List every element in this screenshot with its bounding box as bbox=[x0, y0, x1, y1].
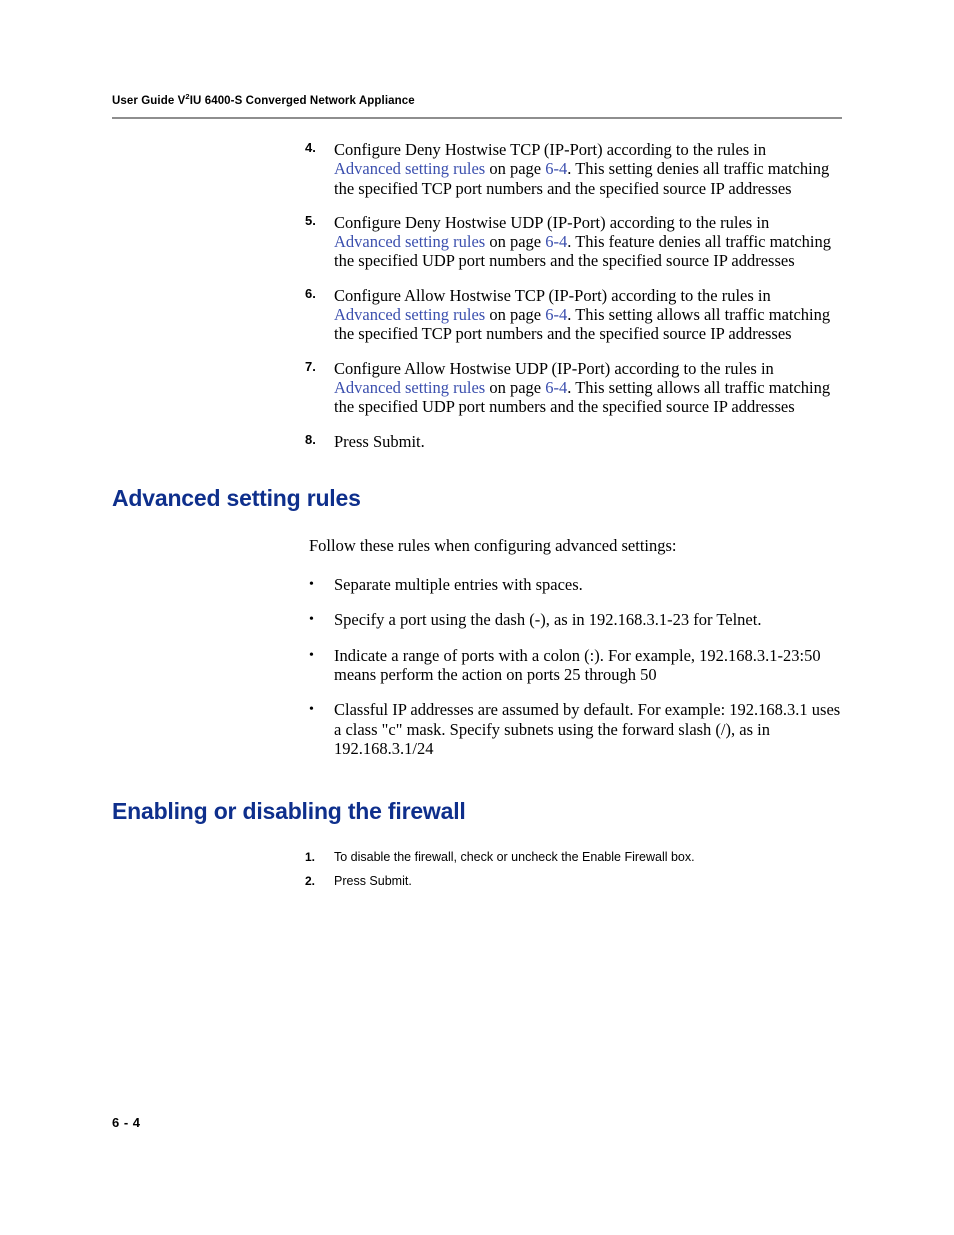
header-title-pre: User Guide V bbox=[112, 94, 186, 107]
section-heading-container: Enabling or disabling the firewall bbox=[112, 798, 954, 825]
page-number-footer: 6 - 4 bbox=[112, 1115, 141, 1130]
rule-text: Indicate a range of ports with a colon (… bbox=[334, 645, 821, 685]
cross-reference-link[interactable]: Advanced setting rules bbox=[334, 305, 485, 324]
step-number: 2. bbox=[305, 874, 316, 889]
step-text: Configure Allow Hostwise UDP (IP-Port) a… bbox=[334, 359, 834, 417]
list-item: 7. Configure Allow Hostwise UDP (IP-Port… bbox=[0, 359, 954, 417]
header-title-post: IU 6400-S Converged Network Appliance bbox=[189, 94, 415, 107]
page-reference-link[interactable]: 6-4 bbox=[545, 378, 567, 397]
procedure-steps-list: 4. Configure Deny Hostwise TCP (IP-Port)… bbox=[0, 140, 954, 451]
rules-bullet-list: • Separate multiple entries with spaces.… bbox=[0, 575, 954, 758]
bullet-icon: • bbox=[309, 647, 314, 663]
section-heading-enabling-or-disabling-the-firewall: Enabling or disabling the firewall bbox=[112, 798, 466, 825]
list-item: • Separate multiple entries with spaces. bbox=[0, 575, 954, 594]
section-intro-paragraph: Follow these rules when configuring adva… bbox=[309, 535, 677, 555]
list-item: 5. Configure Deny Hostwise UDP (IP-Port)… bbox=[0, 213, 954, 271]
step-number: 8. bbox=[305, 431, 316, 447]
list-item: 2. Press Submit. bbox=[0, 873, 954, 889]
list-item: 1. To disable the firewall, check or unc… bbox=[0, 849, 954, 865]
list-item: • Specify a port using the dash (-), as … bbox=[0, 610, 954, 629]
step-text: Configure Allow Hostwise TCP (IP-Port) a… bbox=[334, 286, 834, 344]
page-reference-link[interactable]: 6-4 bbox=[545, 305, 567, 324]
step-text-mid: on page bbox=[485, 232, 546, 252]
page-reference-link[interactable]: 6-4 bbox=[545, 159, 567, 178]
step-text-mid: on page bbox=[485, 377, 546, 397]
step-text: Press Submit. bbox=[334, 431, 425, 451]
section-heading-advanced-setting-rules: Advanced setting rules bbox=[112, 484, 361, 511]
cross-reference-link[interactable]: Advanced setting rules bbox=[334, 378, 485, 397]
step-number: 1. bbox=[305, 850, 316, 865]
step-text-pre: Configure Deny Hostwise TCP (IP-Port) ac… bbox=[334, 140, 767, 159]
step-text-pre: Configure Allow Hostwise UDP (IP-Port) a… bbox=[334, 358, 774, 378]
rule-text: Classful IP addresses are assumed by def… bbox=[334, 700, 841, 758]
bullet-icon: • bbox=[309, 702, 314, 718]
bullet-icon: • bbox=[309, 577, 314, 593]
step-number: 7. bbox=[305, 358, 316, 374]
page-header: User Guide V2IU 6400-S Converged Network… bbox=[112, 92, 415, 107]
step-number: 5. bbox=[305, 212, 316, 228]
step-text-pre: Configure Deny Hostwise UDP (IP-Port) ac… bbox=[334, 212, 770, 232]
header-divider bbox=[112, 117, 842, 119]
step-number: 6. bbox=[305, 285, 316, 301]
list-item: • Indicate a range of ports with a colon… bbox=[0, 646, 954, 685]
section-heading-container: Advanced setting rules bbox=[112, 485, 954, 512]
list-item: 4. Configure Deny Hostwise TCP (IP-Port)… bbox=[0, 140, 954, 198]
step-text-mid: on page bbox=[485, 159, 546, 179]
list-item: 6. Configure Allow Hostwise TCP (IP-Port… bbox=[0, 286, 954, 344]
step-text-mid: on page bbox=[485, 305, 546, 325]
step-text: Configure Deny Hostwise UDP (IP-Port) ac… bbox=[334, 213, 834, 271]
page-content: 4. Configure Deny Hostwise TCP (IP-Port)… bbox=[0, 140, 954, 897]
list-item: 8. Press Submit. bbox=[0, 432, 954, 451]
cross-reference-link[interactable]: Advanced setting rules bbox=[334, 232, 485, 251]
step-text: Press Submit. bbox=[334, 874, 412, 889]
rule-text: Separate multiple entries with spaces. bbox=[334, 575, 583, 595]
step-number: 4. bbox=[305, 140, 316, 155]
step-text: To disable the firewall, check or unchec… bbox=[334, 850, 695, 865]
bullet-icon: • bbox=[309, 612, 314, 628]
step-text: Configure Deny Hostwise TCP (IP-Port) ac… bbox=[334, 140, 834, 198]
cross-reference-link[interactable]: Advanced setting rules bbox=[334, 159, 485, 178]
firewall-steps-list: 1. To disable the firewall, check or unc… bbox=[0, 849, 954, 889]
list-item: • Classful IP addresses are assumed by d… bbox=[0, 700, 954, 758]
step-text-pre: Configure Allow Hostwise TCP (IP-Port) a… bbox=[334, 285, 771, 305]
document-page: User Guide V2IU 6400-S Converged Network… bbox=[0, 0, 954, 1235]
rule-text: Specify a port using the dash (-), as in… bbox=[334, 610, 762, 630]
page-reference-link[interactable]: 6-4 bbox=[545, 232, 567, 251]
